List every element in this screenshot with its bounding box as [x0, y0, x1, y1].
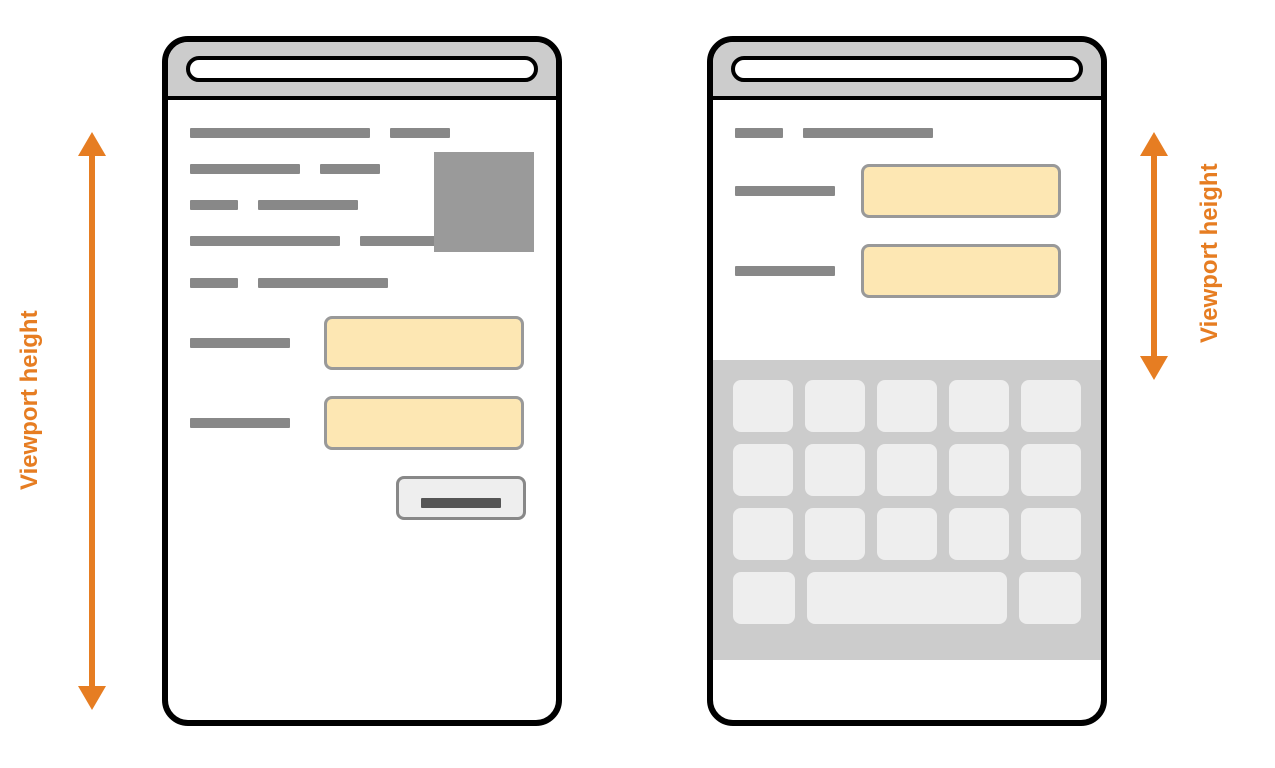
text-line — [190, 278, 534, 288]
keyboard-key[interactable] — [733, 444, 793, 496]
form-row — [190, 316, 534, 370]
keyboard-key[interactable] — [733, 508, 793, 560]
keyboard-key[interactable] — [1021, 508, 1081, 560]
text-line — [190, 128, 534, 138]
keyboard-spacebar[interactable] — [807, 572, 1007, 624]
keyboard-key[interactable] — [1019, 572, 1081, 624]
keyboard-key[interactable] — [877, 380, 937, 432]
keyboard-key[interactable] — [805, 508, 865, 560]
keyboard-key[interactable] — [1021, 444, 1081, 496]
keyboard-key[interactable] — [949, 508, 1009, 560]
keyboard-key[interactable] — [805, 380, 865, 432]
viewport-height-arrow-right — [1140, 132, 1168, 380]
browser-chrome — [168, 42, 556, 100]
page-content-right — [713, 100, 1101, 360]
device-left — [162, 36, 562, 726]
keyboard-key[interactable] — [949, 444, 1009, 496]
url-bar[interactable] — [731, 56, 1083, 82]
keyboard-key[interactable] — [1021, 380, 1081, 432]
viewport-height-arrow-left — [78, 132, 106, 710]
form-row — [735, 164, 1079, 218]
form-row — [190, 396, 534, 450]
on-screen-keyboard — [713, 360, 1101, 660]
thumbnail-image — [434, 152, 534, 252]
form-row — [735, 244, 1079, 298]
keyboard-key[interactable] — [733, 380, 793, 432]
submit-button[interactable] — [396, 476, 526, 520]
viewport-diagram: Viewport height — [0, 0, 1275, 768]
page-content-left — [168, 100, 556, 688]
viewport-height-label-right: Viewport height — [1196, 118, 1224, 388]
button-row — [190, 476, 534, 520]
keyboard-key[interactable] — [949, 380, 1009, 432]
text-input[interactable] — [861, 244, 1061, 298]
text-input[interactable] — [861, 164, 1061, 218]
keyboard-key[interactable] — [733, 572, 795, 624]
device-right — [707, 36, 1107, 726]
keyboard-key[interactable] — [877, 508, 937, 560]
keyboard-key[interactable] — [805, 444, 865, 496]
keyboard-key[interactable] — [877, 444, 937, 496]
url-bar[interactable] — [186, 56, 538, 82]
text-line — [735, 128, 1079, 138]
browser-chrome — [713, 42, 1101, 100]
text-input[interactable] — [324, 316, 524, 370]
text-input[interactable] — [324, 396, 524, 450]
viewport-height-label-left: Viewport height — [16, 130, 44, 670]
